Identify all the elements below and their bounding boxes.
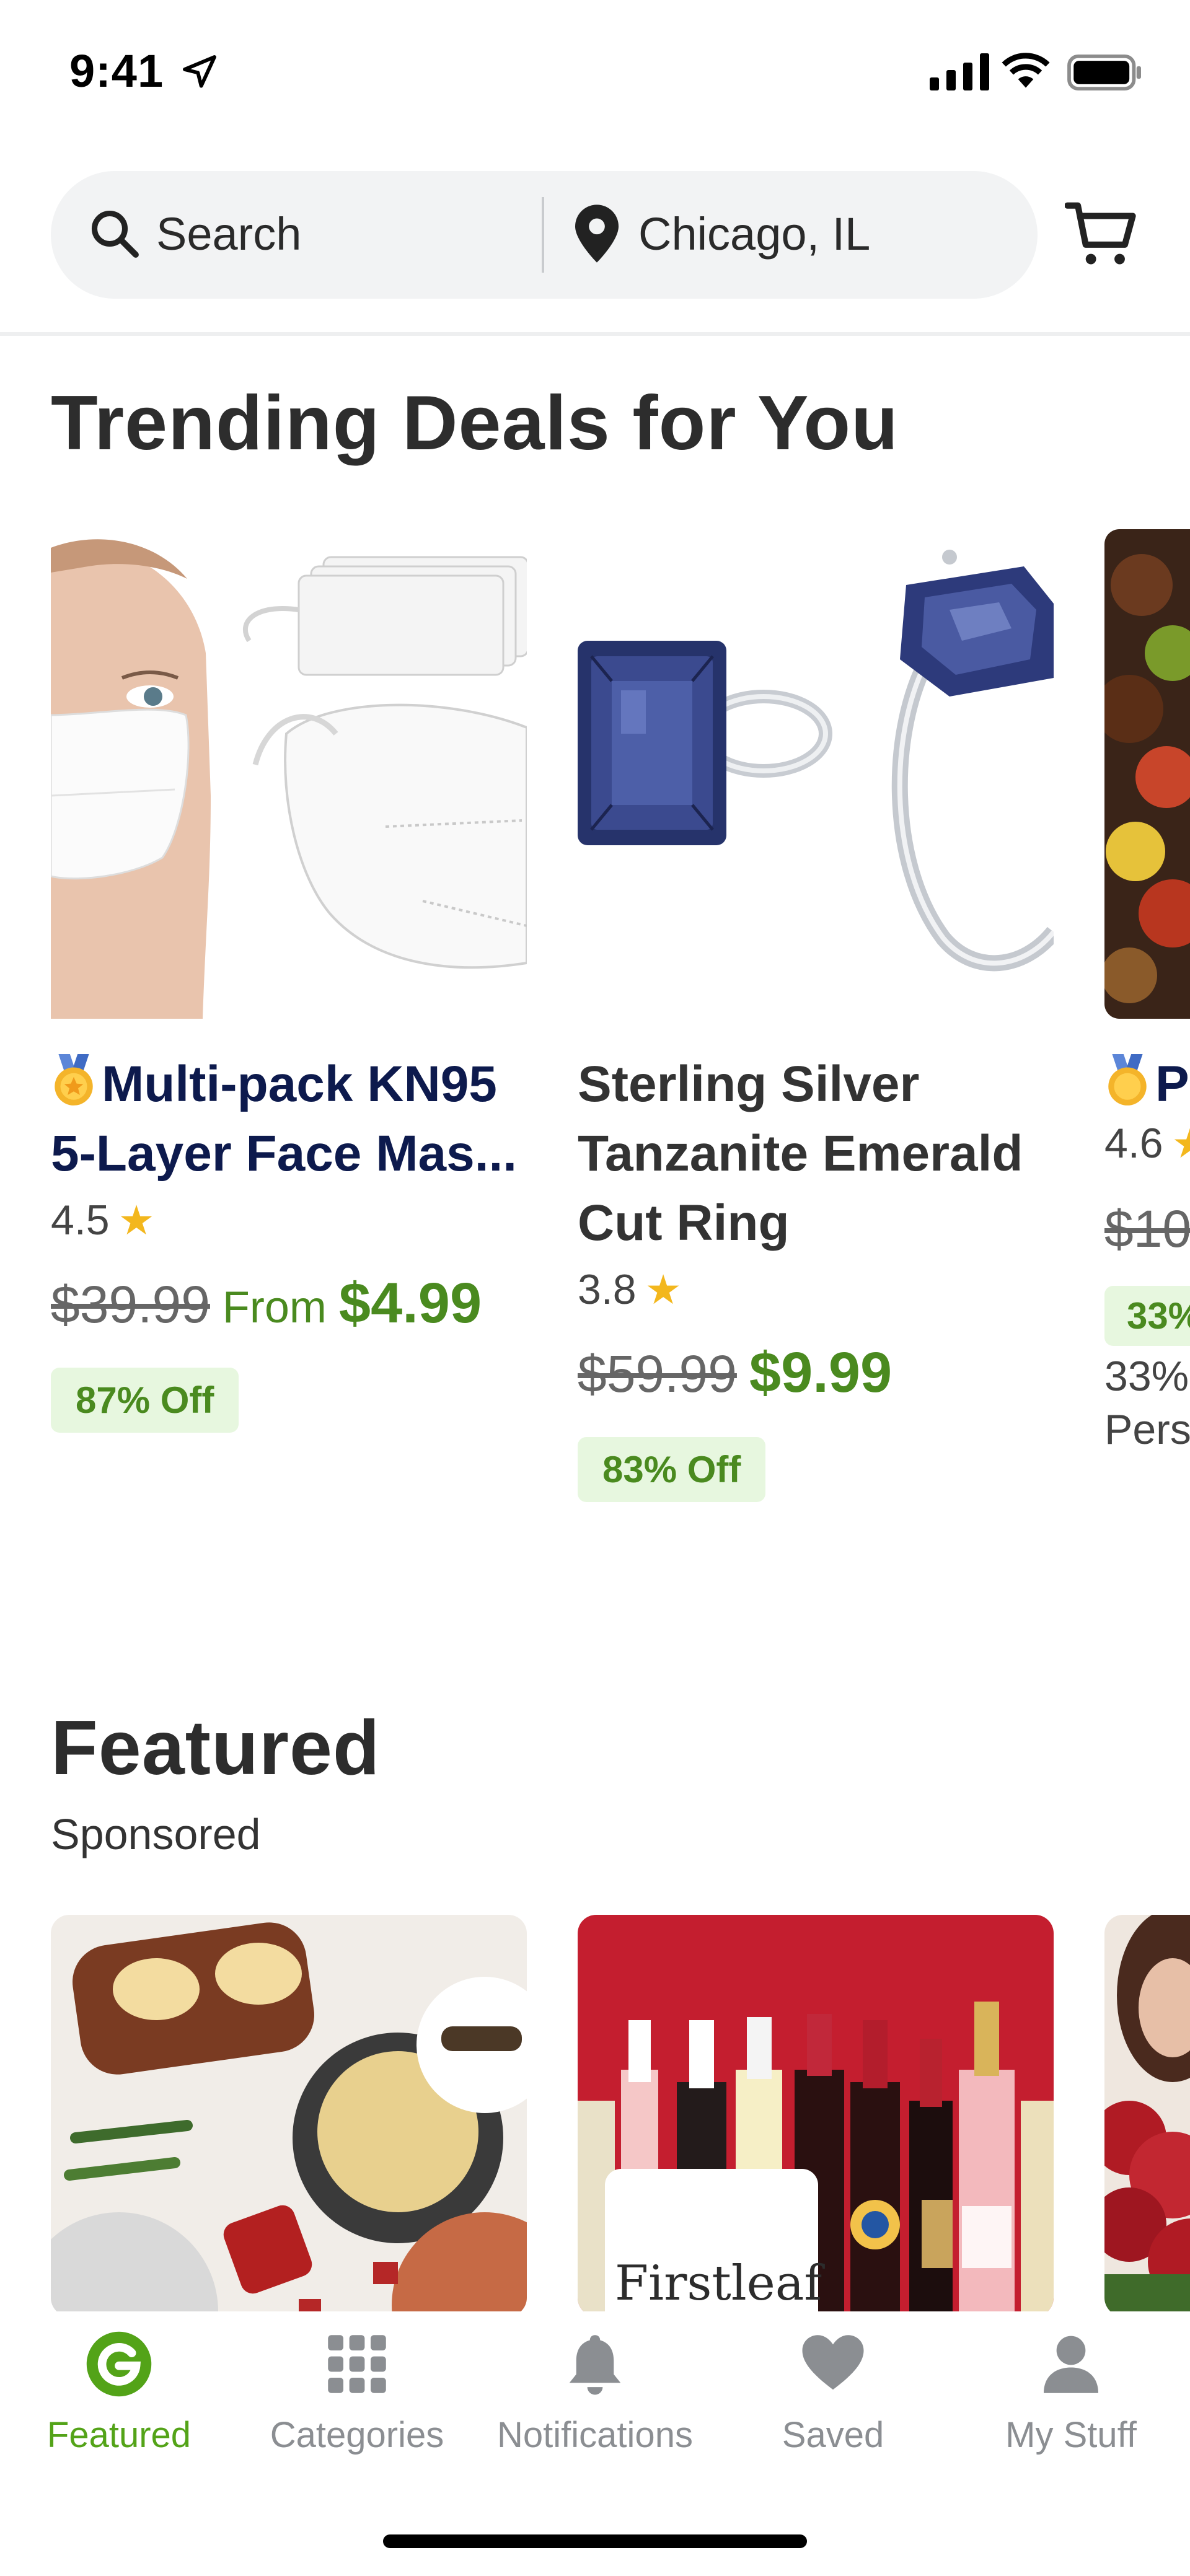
rating-value: 4.6 xyxy=(1104,1120,1163,1167)
deal-rating: 4.6★ xyxy=(1104,1115,1190,1171)
heart-icon xyxy=(802,2335,864,2390)
cellular-signal-icon xyxy=(930,53,989,90)
sale-price: $9.99 xyxy=(749,1341,892,1404)
status-time: 9:41 xyxy=(69,45,164,97)
medal-badge-icon xyxy=(1108,1054,1147,1106)
tab-saved[interactable]: Saved xyxy=(714,2330,952,2473)
deal-title: Sterling Silver Tanzanite Emerald Cut Ri… xyxy=(578,1050,1054,1258)
rating-value: 3.8 xyxy=(578,1266,637,1313)
deal-title-line: P xyxy=(1155,1056,1189,1112)
search-divider xyxy=(542,197,544,273)
status-bar: 9:41 xyxy=(0,0,1190,149)
tab-label: Notifications xyxy=(497,2415,693,2455)
deal-title-line: Multi-pack KN95 xyxy=(102,1056,497,1112)
deal-title: Multi-pack KN95 5-Layer Face Mas... xyxy=(51,1050,527,1189)
tab-categories[interactable]: Categories xyxy=(238,2330,476,2473)
tab-label: Featured xyxy=(46,2415,192,2455)
wifi-icon xyxy=(1002,53,1050,88)
sponsored-label: Sponsored xyxy=(51,1810,261,1858)
food-skewer-image xyxy=(1104,529,1190,1019)
tab-my-stuff[interactable]: My Stuff xyxy=(952,2330,1190,2473)
deal-rating: 4.5 ★ xyxy=(51,1192,527,1248)
grid-icon xyxy=(328,2335,386,2393)
sale-price: $4.99 xyxy=(338,1272,482,1335)
original-price: $10 xyxy=(1104,1200,1190,1258)
battery-icon xyxy=(1067,55,1141,90)
deal-image-face-mask xyxy=(51,529,527,1019)
star-icon: ★ xyxy=(645,1267,682,1312)
deal-card-kn95[interactable]: Multi-pack KN95 5-Layer Face Mas... 4.5 ★… xyxy=(51,529,527,1433)
home-indicator[interactable] xyxy=(383,2534,807,2548)
deal-card-ring[interactable]: Sterling Silver Tanzanite Emerald Cut Ri… xyxy=(578,529,1054,1502)
tab-notifications[interactable]: Notifications xyxy=(476,2330,714,2473)
ring-image xyxy=(578,529,1054,1019)
deal-image-food xyxy=(1104,529,1190,1019)
star-icon: ★ xyxy=(118,1197,155,1243)
featured-card-partial[interactable] xyxy=(1104,1915,1190,2316)
header-divider xyxy=(0,332,1190,336)
location-arrow-icon xyxy=(183,55,216,88)
deal-subtext: Pers xyxy=(1104,1406,1190,1453)
deal-title-line: Cut Ring xyxy=(578,1195,790,1251)
firstleaf-logo: Firstleaf xyxy=(615,2256,822,2311)
deal-card-partial[interactable]: P 4.6★ $10 33% 33% Pers xyxy=(1104,529,1190,1456)
cart-icon[interactable] xyxy=(1065,200,1138,269)
person-icon xyxy=(1044,2336,1098,2393)
price-row: $10 xyxy=(1104,1195,1190,1278)
original-price: $59.99 xyxy=(578,1345,737,1403)
tab-featured[interactable]: Featured xyxy=(0,2330,238,2473)
deal-subtext: 33% xyxy=(1104,1353,1189,1400)
roses-portrait-image xyxy=(1104,1915,1190,2316)
tab-label: Categories xyxy=(270,2415,444,2455)
tab-label: Saved xyxy=(782,2415,884,2455)
deal-image-ring xyxy=(578,529,1054,1019)
bell-icon xyxy=(569,2335,621,2395)
original-price: $39.99 xyxy=(51,1275,210,1334)
face-mask-image xyxy=(51,529,527,1019)
discount-badge: 33% xyxy=(1104,1286,1190,1346)
tab-label: My Stuff xyxy=(1005,2415,1137,2455)
deal-title-line: 5-Layer Face Mas... xyxy=(51,1125,518,1182)
featured-card-food[interactable] xyxy=(51,1915,527,2316)
price-prefix: From xyxy=(222,1283,327,1332)
price-row: $59.99 $9.99 xyxy=(578,1339,1054,1423)
section-title-featured: Featured xyxy=(51,1705,381,1791)
section-title-trending: Trending Deals for You xyxy=(51,380,899,466)
g-logo-icon xyxy=(86,2331,152,2397)
medal-badge-icon xyxy=(55,1054,93,1106)
rating-value: 4.5 xyxy=(51,1197,110,1244)
food-spread-image xyxy=(51,1915,527,2316)
deal-title: P xyxy=(1104,1050,1190,1119)
deal-title-line: Sterling Silver xyxy=(578,1056,920,1112)
star-icon: ★ xyxy=(1172,1120,1190,1166)
discount-badge: 87% Off xyxy=(51,1368,239,1433)
deal-rating: 3.8 ★ xyxy=(578,1262,1054,1317)
location-pin-icon xyxy=(575,204,619,263)
location-selector[interactable]: Chicago, IL xyxy=(638,208,870,260)
discount-badge: 83% Off xyxy=(578,1437,766,1502)
search-icon xyxy=(91,210,139,258)
deal-title-line: Tanzanite Emerald xyxy=(578,1125,1023,1182)
search-input[interactable]: Search xyxy=(156,208,301,260)
price-row: $39.99 From $4.99 xyxy=(51,1269,527,1354)
